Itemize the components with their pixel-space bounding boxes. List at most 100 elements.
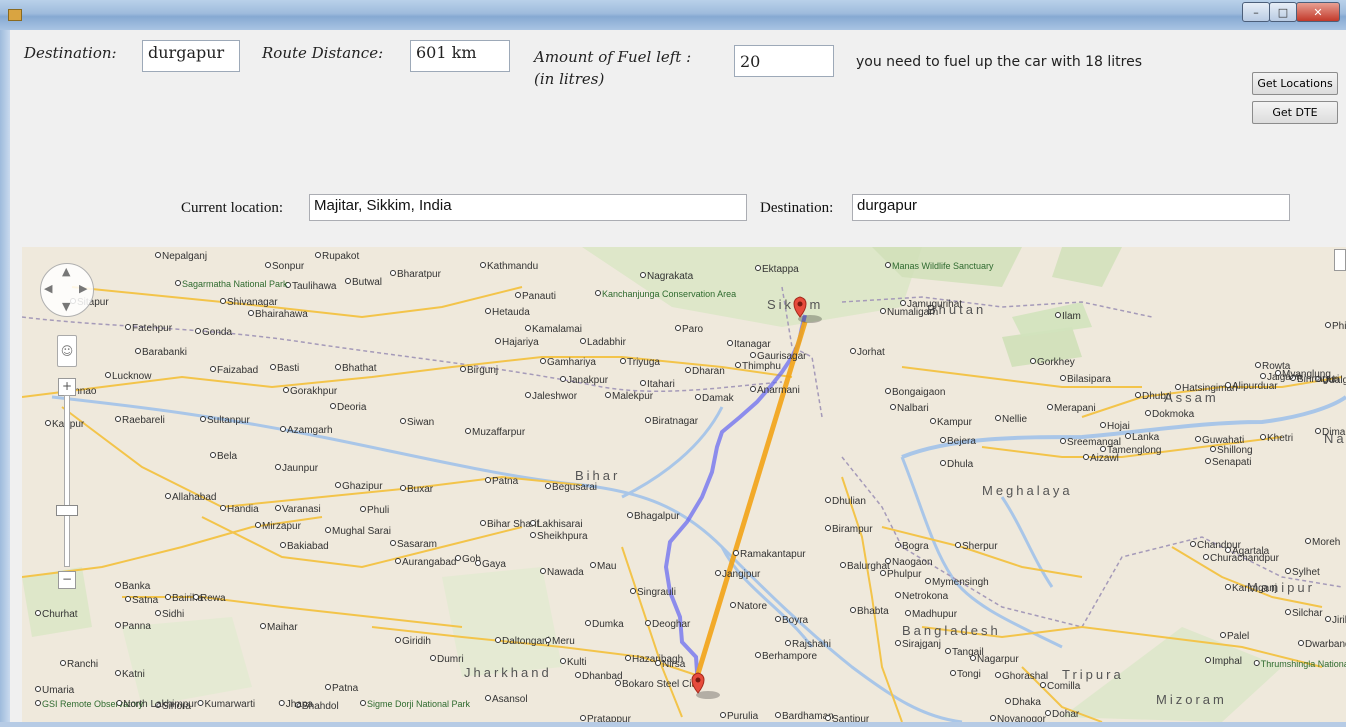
map-city-label: Silchar (1292, 608, 1323, 619)
fuel-left-input[interactable]: 20 (734, 45, 834, 77)
map-city-dot (750, 352, 756, 358)
map-city-dot (260, 623, 266, 629)
map-city-label: Ramakantapur (740, 549, 806, 560)
map-city-dot (400, 485, 406, 491)
map-city-label: Lucknow (112, 371, 152, 382)
pan-up-icon[interactable]: ▲ (62, 265, 70, 278)
maximize-button[interactable]: □ (1269, 2, 1297, 22)
map-city-dot (615, 680, 621, 686)
route-distance-output[interactable]: 601 km (410, 40, 510, 72)
map-city-dot (255, 522, 261, 528)
map-city-dot (1285, 568, 1291, 574)
zoom-slider-track[interactable] (64, 395, 70, 567)
map-city-dot (880, 570, 886, 576)
destination-label: Destination: (24, 44, 117, 62)
map-city-label: Phidim (1332, 321, 1346, 332)
map-city-dot (755, 265, 761, 271)
destination-output[interactable]: durgapur (142, 40, 240, 72)
map-city-label: Comilla (1047, 681, 1081, 692)
pan-right-icon[interactable]: ▶ (79, 282, 87, 295)
map-city-dot (940, 460, 946, 466)
map-city-dot (720, 712, 726, 718)
map-city-label: Sultanpur (207, 415, 250, 426)
map-city-label: Ghorashal (1002, 671, 1048, 682)
map-city-dot (400, 418, 406, 424)
map-city-label: Lanka (1132, 432, 1160, 443)
map-city-dot (330, 403, 336, 409)
zoom-in-button[interactable]: + (58, 378, 76, 396)
map-city-label: Paro (682, 324, 704, 335)
minimize-button[interactable]: – (1242, 2, 1270, 22)
map-city-dot (1315, 428, 1321, 434)
current-location-input[interactable]: Majitar, Sikkim, India (309, 194, 747, 221)
window-title-bar[interactable]: – □ ✕ (0, 0, 1346, 30)
close-button[interactable]: ✕ (1296, 2, 1340, 22)
map-city-dot (525, 392, 531, 398)
map-city-dot (275, 464, 281, 470)
map-city-label: Daltonganj (502, 636, 550, 647)
map-city-dot (1205, 458, 1211, 464)
map-city-dot (775, 712, 781, 718)
map-city-dot (395, 558, 401, 564)
map-city-dot (1135, 392, 1141, 398)
map-city-dot (525, 325, 531, 331)
map-city-label: Ilam (1062, 311, 1081, 322)
map-city-label: Dimapur (1322, 427, 1346, 438)
get-dte-button[interactable]: Get DTE (1252, 101, 1338, 124)
map-city-label: Palel (1227, 631, 1249, 642)
map-city-dot (1083, 454, 1089, 460)
map-city-label: Bhagalpur (634, 511, 680, 522)
destination-input[interactable]: durgapur (852, 194, 1290, 221)
map-city-label: Dwarband (1305, 639, 1346, 650)
map-type-control[interactable] (1334, 249, 1346, 271)
zoom-out-button[interactable]: − (58, 571, 76, 589)
map-city-dot (970, 655, 976, 661)
map-city-dot (1325, 322, 1331, 328)
map-city-dot (135, 348, 141, 354)
zoom-slider-thumb[interactable] (56, 505, 78, 516)
map-city-dot (1203, 554, 1209, 560)
map-city-dot (105, 372, 111, 378)
get-locations-button[interactable]: Get Locations (1252, 72, 1338, 95)
map-city-label: Santipur (832, 714, 870, 722)
map-view[interactable]: Bihar Bhutan Meghalaya Assam Bangladesh Tripu… (22, 247, 1346, 722)
map-city-dot (955, 542, 961, 548)
map-city-dot (675, 325, 681, 331)
pan-control[interactable]: ▲ ▼ ◀ ▶ (40, 263, 94, 317)
map-city-label: Patna (332, 683, 359, 694)
map-city-label: Patna (492, 476, 519, 487)
map-city-label: Karimganj (1232, 583, 1277, 594)
map-city-dot (193, 594, 199, 600)
map-city-dot (60, 660, 66, 666)
map-city-dot (627, 512, 633, 518)
map-city-label: Bilasipara (1067, 374, 1111, 385)
map-city-dot (825, 715, 831, 721)
map-city-dot (950, 670, 956, 676)
map-city-label: Berhampore (762, 651, 817, 662)
map-city-dot (585, 620, 591, 626)
map-city-dot (1100, 422, 1106, 428)
map-city-dot (35, 686, 41, 692)
pegman-icon[interactable]: ☺ (57, 335, 77, 367)
map-city-dot (925, 578, 931, 584)
map-city-label: Jaleshwor (532, 391, 578, 402)
route-distance-label: Route Distance: (262, 44, 384, 62)
map-city-label: Bongaigaon (892, 387, 945, 398)
map-city-label: Azamgarh (287, 425, 333, 436)
pan-left-icon[interactable]: ◀ (44, 282, 52, 295)
map-city-dot (685, 367, 691, 373)
pan-down-icon[interactable]: ▼ (62, 300, 70, 313)
map-city-label: Purulia (727, 711, 759, 722)
map-city-dot (1005, 698, 1011, 704)
map-city-dot (325, 684, 331, 690)
map-canvas[interactable]: BiharBhutanMeghalayaAssamBangladeshTripu… (22, 247, 1346, 722)
map-city-label: Anarmani (757, 385, 800, 396)
map-city-label: Mau (597, 561, 616, 572)
map-city-label: Gorakhpur (290, 386, 338, 397)
map-city-label: Thrumshingla National Park (1261, 659, 1346, 669)
map-city-label: Maihar (267, 622, 298, 633)
map-city-label: Nepalganj (162, 251, 207, 262)
map-city-label: Numaligarh (887, 307, 938, 318)
map-city-dot (885, 558, 891, 564)
map-city-label: Sagarmatha National Park (182, 279, 288, 289)
